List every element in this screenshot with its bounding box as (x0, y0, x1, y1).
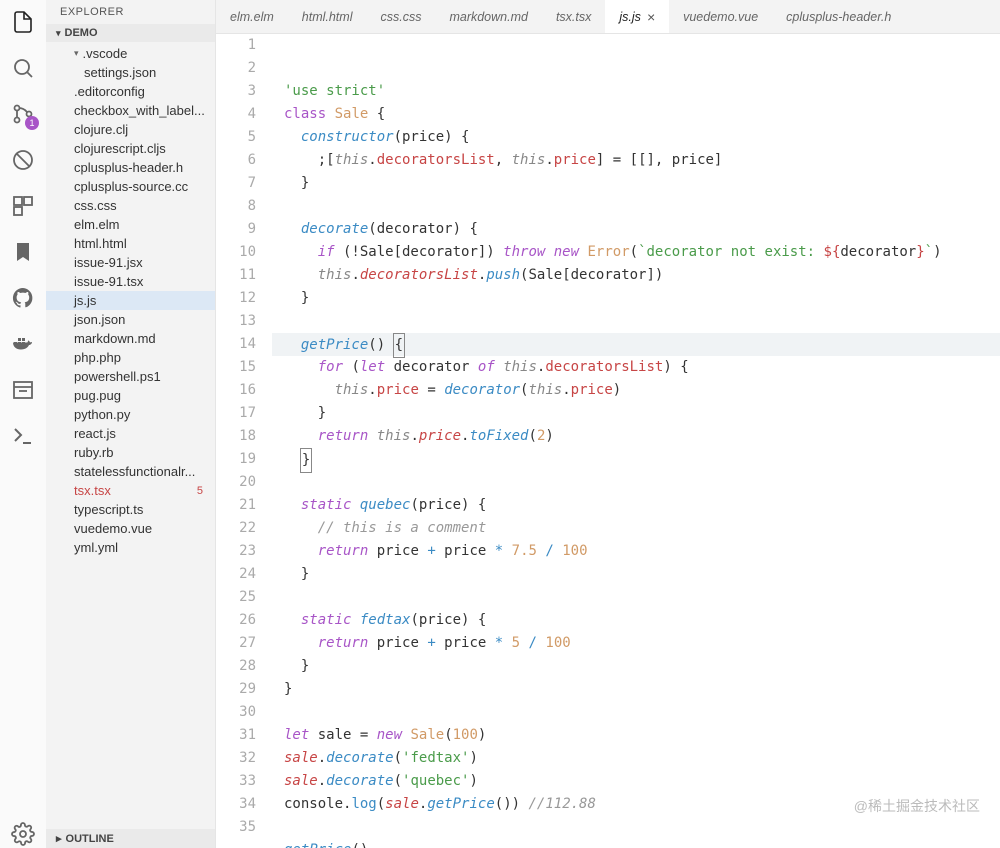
file-item[interactable]: css.css (46, 196, 215, 215)
file-item[interactable]: js.js (46, 291, 215, 310)
code-line[interactable]: return price + price * 7.5 / 100 (272, 540, 1000, 563)
file-item[interactable]: clojure.clj (46, 120, 215, 139)
file-item[interactable]: vuedemo.vue (46, 519, 215, 538)
code-area[interactable]: 'use strict'class Sale { constructor(pri… (272, 34, 1000, 848)
code-line[interactable]: // this is a comment (272, 517, 1000, 540)
folder-item[interactable]: .vscode (46, 44, 215, 63)
code-line[interactable]: } (272, 287, 1000, 310)
scm-badge: 1 (25, 116, 39, 130)
code-line[interactable]: } (272, 448, 1000, 471)
file-item[interactable]: cplusplus-header.h (46, 158, 215, 177)
explorer-icon[interactable] (9, 8, 37, 36)
tab[interactable]: css.css (366, 0, 435, 33)
code-line[interactable]: } (272, 563, 1000, 586)
file-item[interactable]: markdown.md (46, 329, 215, 348)
code-line[interactable] (272, 310, 1000, 333)
code-line[interactable]: let sale = new Sale(100) (272, 724, 1000, 747)
code-line[interactable] (272, 195, 1000, 218)
preview-icon[interactable] (9, 376, 37, 404)
code-line[interactable]: getPrice() { (272, 333, 1000, 356)
docker-icon[interactable] (9, 330, 37, 358)
file-tree: .vscodesettings.json.editorconfigcheckbo… (46, 42, 215, 829)
code-line[interactable]: sale.decorate('quebec') (272, 770, 1000, 793)
code-line[interactable]: decorate(decorator) { (272, 218, 1000, 241)
code-line[interactable] (272, 701, 1000, 724)
error-count: 5 (197, 485, 207, 497)
tab[interactable]: js.js× (605, 0, 669, 33)
tab[interactable]: markdown.md (435, 0, 542, 33)
tab[interactable]: vuedemo.vue (669, 0, 772, 33)
code-line[interactable]: sale.decorate('fedtax') (272, 747, 1000, 770)
code-line[interactable]: if (!Sale[decorator]) throw new Error(`d… (272, 241, 1000, 264)
code-line[interactable]: static fedtax(price) { (272, 609, 1000, 632)
file-item[interactable]: json.json (46, 310, 215, 329)
file-item[interactable]: php.php (46, 348, 215, 367)
file-item[interactable]: react.js (46, 424, 215, 443)
code-line[interactable]: class Sale { (272, 103, 1000, 126)
tab[interactable]: elm.elm (216, 0, 288, 33)
debug-icon[interactable] (9, 146, 37, 174)
code-line[interactable]: static quebec(price) { (272, 494, 1000, 517)
tab[interactable]: html.html (288, 0, 367, 33)
section-outline[interactable]: ▸OUTLINE (46, 829, 215, 848)
tab-bar: elm.elmhtml.htmlcss.cssmarkdown.mdtsx.ts… (216, 0, 1000, 34)
file-item[interactable]: issue-91.jsx (46, 253, 215, 272)
code-line[interactable]: constructor(price) { (272, 126, 1000, 149)
file-item[interactable]: yml.yml (46, 538, 215, 557)
code-line[interactable]: 'use strict' (272, 80, 1000, 103)
file-item[interactable]: tsx.tsx5 (46, 481, 215, 500)
terminal-icon[interactable] (9, 422, 37, 450)
code-line[interactable]: ;[this.decoratorsList, this.price] = [[]… (272, 149, 1000, 172)
sidebar-title: EXPLORER (46, 0, 215, 24)
code-line[interactable] (272, 471, 1000, 494)
code-line[interactable]: } (272, 678, 1000, 701)
activity-bar: 1 (0, 0, 46, 848)
code-line[interactable]: } (272, 402, 1000, 425)
scm-icon[interactable]: 1 (9, 100, 37, 128)
file-item[interactable]: .editorconfig (46, 82, 215, 101)
code-line[interactable]: } (272, 655, 1000, 678)
file-item[interactable]: powershell.ps1 (46, 367, 215, 386)
code-line[interactable] (272, 816, 1000, 839)
code-line[interactable]: getPrice() (272, 839, 1000, 848)
file-item[interactable]: html.html (46, 234, 215, 253)
code-line[interactable]: this.price = decorator(this.price) (272, 379, 1000, 402)
code-line[interactable]: return this.price.toFixed(2) (272, 425, 1000, 448)
bookmark-icon[interactable] (9, 238, 37, 266)
chevron-right-icon: ▸ (56, 832, 62, 845)
line-gutter: 1234567891011121314151617181920212223242… (216, 34, 272, 848)
file-item[interactable]: statelessfunctionalr... (46, 462, 215, 481)
search-icon[interactable] (9, 54, 37, 82)
file-item[interactable]: ruby.rb (46, 443, 215, 462)
tab[interactable]: cplusplus-header.h (772, 0, 905, 33)
editor[interactable]: 1234567891011121314151617181920212223242… (216, 34, 1000, 848)
file-item[interactable]: checkbox_with_label... (46, 101, 215, 120)
file-item[interactable]: python.py (46, 405, 215, 424)
file-item[interactable]: typescript.ts (46, 500, 215, 519)
file-item[interactable]: cplusplus-source.cc (46, 177, 215, 196)
sidebar: EXPLORER ▾DEMO .vscodesettings.json.edit… (46, 0, 216, 848)
file-item[interactable]: issue-91.tsx (46, 272, 215, 291)
settings-icon[interactable] (9, 820, 37, 848)
chevron-down-icon: ▾ (56, 28, 61, 39)
code-line[interactable] (272, 586, 1000, 609)
file-item[interactable]: elm.elm (46, 215, 215, 234)
file-item[interactable]: pug.pug (46, 386, 215, 405)
section-demo[interactable]: ▾DEMO (46, 24, 215, 42)
file-item[interactable]: clojurescript.cljs (46, 139, 215, 158)
close-icon[interactable]: × (647, 9, 655, 25)
code-line[interactable]: this.decoratorsList.push(Sale[decorator]… (272, 264, 1000, 287)
tab[interactable]: tsx.tsx (542, 0, 605, 33)
code-line[interactable]: } (272, 172, 1000, 195)
file-item[interactable]: settings.json (46, 63, 215, 82)
extensions-icon[interactable] (9, 192, 37, 220)
watermark: @稀土掘金技术社区 (854, 795, 980, 818)
code-line[interactable]: for (let decorator of this.decoratorsLis… (272, 356, 1000, 379)
editor-group: elm.elmhtml.htmlcss.cssmarkdown.mdtsx.ts… (216, 0, 1000, 848)
github-icon[interactable] (9, 284, 37, 312)
code-line[interactable]: return price + price * 5 / 100 (272, 632, 1000, 655)
